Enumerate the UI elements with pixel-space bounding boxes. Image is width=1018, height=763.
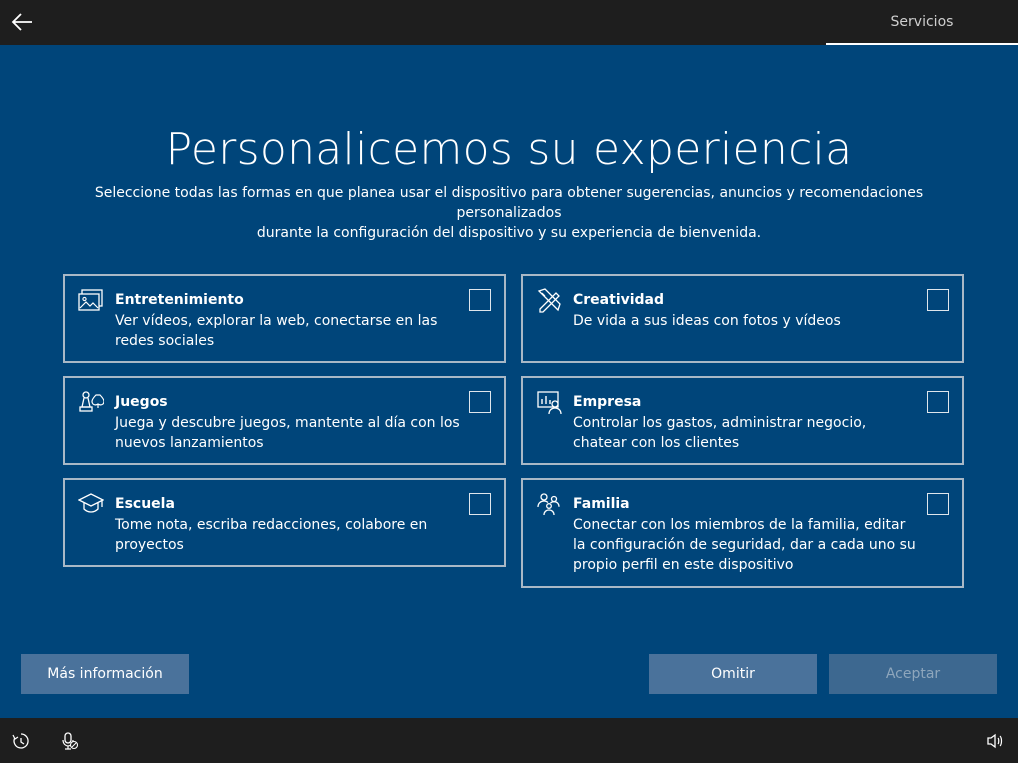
- option-checkbox[interactable]: [927, 391, 949, 413]
- option-title: Creatividad: [573, 292, 665, 308]
- option-card-juegos[interactable]: Juegos Juega y descubre juegos, mantente…: [63, 376, 506, 465]
- back-button[interactable]: [8, 8, 36, 36]
- option-card-entretenimiento[interactable]: Entretenimiento Ver vídeos, explorar la …: [63, 274, 506, 363]
- bottom-bar: [0, 718, 1018, 763]
- option-checkbox[interactable]: [469, 493, 491, 515]
- option-description: Ver vídeos, explorar la web, conectarse …: [115, 313, 438, 349]
- business-chart-person-icon: [537, 391, 562, 415]
- section-label: Servicios: [890, 14, 954, 30]
- option-description: Controlar los gastos, administrar negoci…: [573, 415, 867, 451]
- option-title: Entretenimiento: [115, 292, 244, 308]
- subtitle-line-2: durante la configuración del dispositivo…: [256, 225, 762, 241]
- option-description: Conectar con los miembros de la familia,…: [573, 517, 916, 573]
- skip-button[interactable]: Omitir: [649, 654, 817, 694]
- option-title: Juegos: [115, 394, 168, 410]
- option-card-creatividad[interactable]: Creatividad De vida a sus ideas con foto…: [521, 274, 964, 363]
- pen-ruler-icon: [537, 288, 561, 313]
- option-card-empresa[interactable]: Empresa Controlar los gastos, administra…: [521, 376, 964, 465]
- page-subtitle: Seleccione todas las formas en que plane…: [60, 183, 958, 243]
- option-title: Escuela: [115, 496, 175, 512]
- arrow-left-icon: [11, 13, 32, 31]
- option-checkbox[interactable]: [469, 391, 491, 413]
- subtitle-line-1: Seleccione todas las formas en que plane…: [94, 185, 924, 221]
- section-underline: [826, 43, 1018, 45]
- option-description: De vida a sus ideas con fotos y vídeos: [573, 313, 841, 329]
- option-description: Tome nota, escriba redacciones, colabore…: [115, 517, 428, 553]
- ease-of-access-icon[interactable]: [12, 732, 30, 750]
- option-description: Juega y descubre juegos, mantente al día…: [115, 415, 460, 451]
- section-indicator: Servicios: [826, 0, 1018, 45]
- option-title: Familia: [573, 496, 630, 512]
- more-info-button[interactable]: Más información: [21, 654, 189, 694]
- family-icon: [537, 493, 560, 516]
- option-title: Empresa: [573, 394, 642, 410]
- microphone-muted-icon[interactable]: [61, 732, 79, 750]
- option-card-familia[interactable]: Familia Conectar con los miembros de la …: [521, 478, 964, 588]
- top-bar: Servicios: [0, 0, 1018, 45]
- picture-icon: [78, 289, 103, 311]
- game-pieces-icon: [79, 391, 104, 412]
- option-card-escuela[interactable]: Escuela Tome nota, escriba redacciones, …: [63, 478, 506, 567]
- option-checkbox[interactable]: [927, 493, 949, 515]
- accept-button[interactable]: Aceptar: [829, 654, 997, 694]
- option-checkbox[interactable]: [927, 289, 949, 311]
- graduation-cap-icon: [78, 493, 104, 513]
- volume-icon[interactable]: [986, 732, 1004, 750]
- option-checkbox[interactable]: [469, 289, 491, 311]
- page-title: Personalicemos su experiencia: [165, 124, 853, 175]
